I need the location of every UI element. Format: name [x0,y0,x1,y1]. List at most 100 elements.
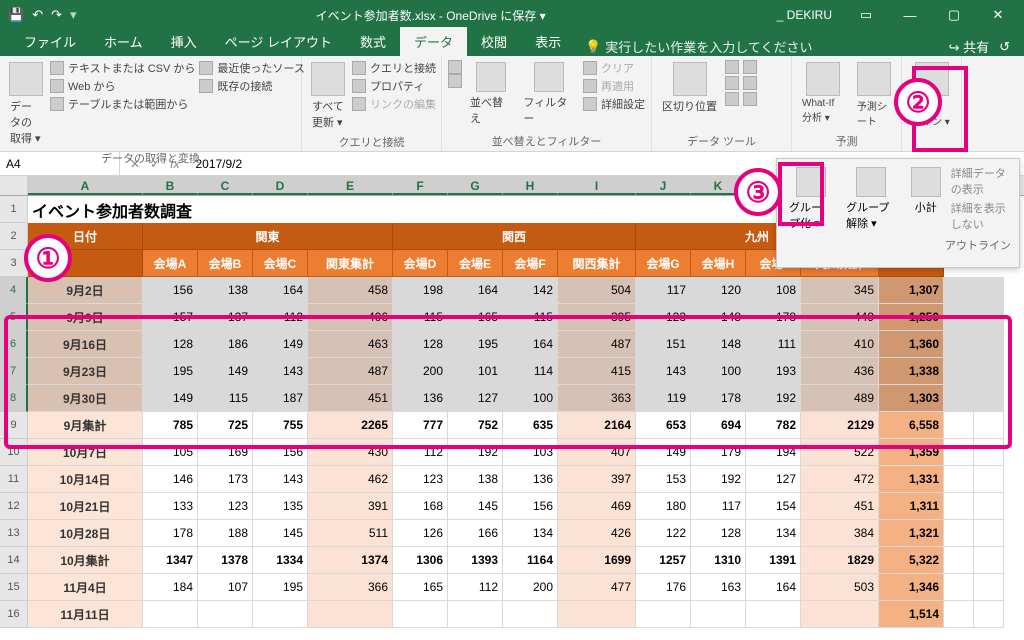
cell[interactable] [944,358,974,385]
cell[interactable]: 2164 [558,412,636,439]
cell[interactable]: 504 [558,277,636,304]
cell[interactable]: 149 [636,439,691,466]
cell[interactable] [974,412,1004,439]
col-header-J[interactable]: J [636,176,691,195]
relationships-icon[interactable] [743,76,757,90]
cell[interactable] [974,385,1004,412]
row-header[interactable]: 15 [0,574,28,601]
cell[interactable] [503,601,558,628]
cell[interactable] [558,601,636,628]
tab-layout[interactable]: ページ レイアウト [211,27,346,56]
row-header[interactable]: 16 [0,601,28,628]
cell[interactable]: 142 [503,277,558,304]
from-table-button[interactable]: テーブルまたは範囲から [50,96,195,112]
cell[interactable]: 10月14日 [28,466,143,493]
cell[interactable]: 472 [801,466,879,493]
cell[interactable]: 1829 [801,547,879,574]
cell[interactable]: 126 [393,520,448,547]
cell[interactable]: 179 [691,439,746,466]
refresh-all-button[interactable]: すべて更新 ▾ [308,60,348,132]
cell[interactable]: 1374 [308,547,393,574]
cell[interactable]: 653 [636,412,691,439]
tab-data[interactable]: データ [400,27,467,56]
flash-fill-icon[interactable] [725,60,739,74]
cell[interactable]: 397 [558,466,636,493]
cell[interactable]: 198 [393,277,448,304]
cell[interactable]: 785 [143,412,198,439]
cell[interactable] [393,601,448,628]
cell[interactable]: 195 [448,331,503,358]
cell[interactable] [308,601,393,628]
cell[interactable] [974,547,1004,574]
cell[interactable]: 117 [636,277,691,304]
cell[interactable]: 410 [801,331,879,358]
cell[interactable]: 407 [558,439,636,466]
cell[interactable]: 2265 [308,412,393,439]
cell[interactable] [944,574,974,601]
cell[interactable]: 143 [253,466,308,493]
cell[interactable] [944,304,974,331]
cell[interactable]: 108 [746,277,801,304]
cell[interactable] [198,601,253,628]
cell[interactable]: 694 [691,412,746,439]
cell[interactable]: 会場A [143,250,198,277]
cell[interactable]: 451 [801,493,879,520]
cell[interactable]: 463 [308,331,393,358]
tab-review[interactable]: 校閲 [467,27,521,56]
cell[interactable]: 5,322 [879,547,944,574]
cell[interactable]: 117 [691,493,746,520]
cell[interactable]: 164 [253,277,308,304]
cell[interactable]: 157 [143,304,198,331]
data-validation-icon[interactable] [725,92,739,106]
cell[interactable]: 415 [558,358,636,385]
tab-home[interactable]: ホーム [90,27,157,56]
sort-desc-button[interactable] [448,74,462,88]
cell[interactable]: 1699 [558,547,636,574]
edit-links-button[interactable]: リンクの編集 [352,96,436,112]
cell[interactable]: 137 [198,304,253,331]
cell[interactable] [448,601,503,628]
cell[interactable] [691,601,746,628]
cell[interactable] [974,304,1004,331]
reapply-button[interactable]: 再適用 [583,78,645,94]
col-header-C[interactable]: C [198,176,253,195]
cell[interactable]: 1,311 [879,493,944,520]
cell[interactable]: 1164 [503,547,558,574]
cell[interactable]: 1,321 [879,520,944,547]
cell[interactable]: 115 [198,385,253,412]
cell[interactable]: 127 [746,466,801,493]
row-header[interactable]: 12 [0,493,28,520]
cell[interactable]: 145 [253,520,308,547]
col-header-H[interactable]: H [503,176,558,195]
cell[interactable]: 156 [253,439,308,466]
cell[interactable]: 149 [143,385,198,412]
row-header[interactable]: 5 [0,304,28,331]
cell[interactable]: 123 [393,466,448,493]
cell[interactable] [801,601,879,628]
tab-insert[interactable]: 挿入 [157,27,211,56]
cell[interactable]: 128 [143,331,198,358]
cell[interactable]: 165 [448,304,503,331]
cell[interactable]: 会場E [448,250,503,277]
queries-conn-button[interactable]: クエリと接続 [352,60,436,76]
cell[interactable]: 1,359 [879,439,944,466]
cell[interactable]: 200 [393,358,448,385]
cell[interactable]: 1,307 [879,277,944,304]
ribbon-options-icon[interactable]: ▭ [846,0,886,30]
cell[interactable]: 11月11日 [28,601,143,628]
recent-sources-button[interactable]: 最近使ったソース [199,60,304,76]
cell[interactable]: 436 [801,358,879,385]
cell[interactable]: 会場D [393,250,448,277]
cell[interactable]: 1257 [636,547,691,574]
cell[interactable]: 345 [801,277,879,304]
save-icon[interactable]: 💾 [8,7,24,23]
cell[interactable]: 会場G [636,250,691,277]
cell[interactable]: 1,346 [879,574,944,601]
cell[interactable]: 1,360 [879,331,944,358]
cell[interactable]: 123 [636,304,691,331]
cell[interactable]: 406 [308,304,393,331]
cell[interactable] [974,466,1004,493]
cell[interactable]: 200 [503,574,558,601]
row-header[interactable]: 14 [0,547,28,574]
cell[interactable]: 503 [801,574,879,601]
